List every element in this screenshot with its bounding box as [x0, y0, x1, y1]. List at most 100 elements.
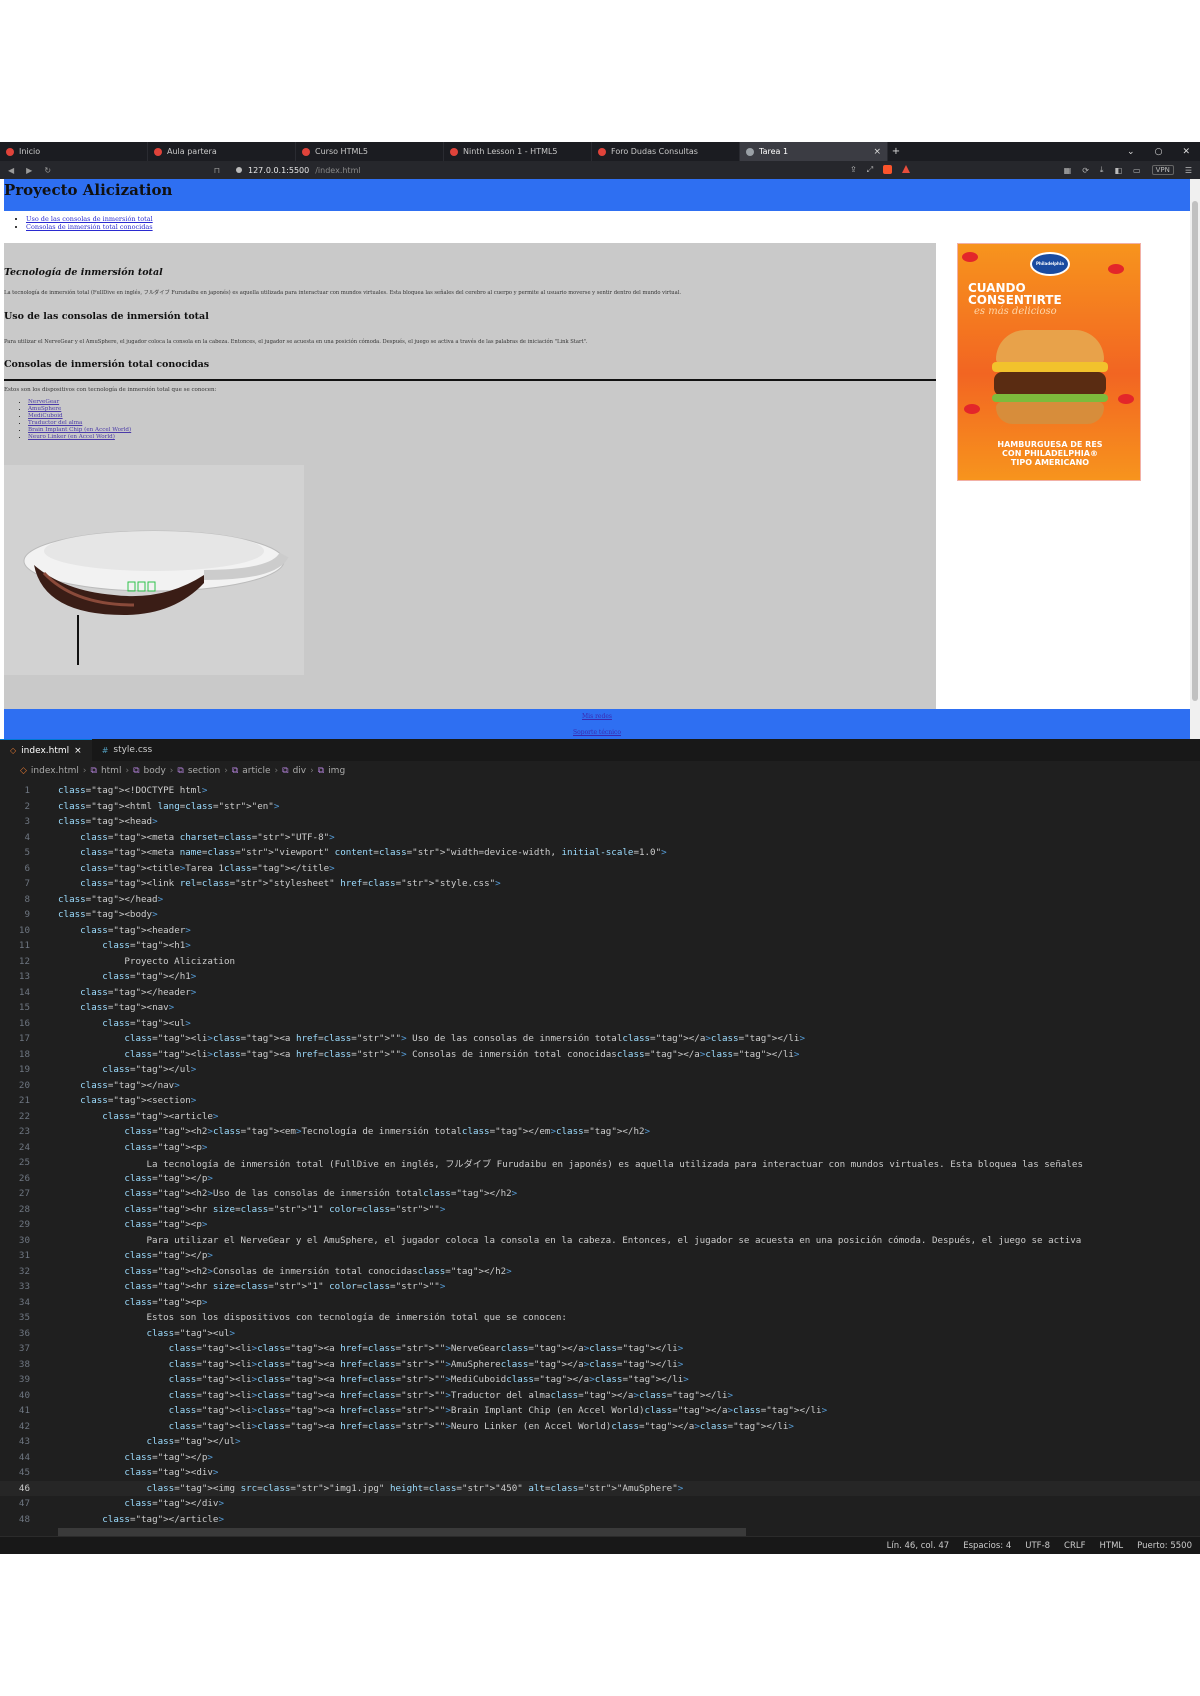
bookmark-icon[interactable]: ⊓ [214, 166, 220, 175]
breadcrumb-item[interactable]: article [242, 766, 270, 776]
browser-tab[interactable]: Curso HTML5 [296, 142, 444, 161]
device-link[interactable]: Traductor del alma [28, 420, 82, 426]
line-number: 24 [18, 1141, 30, 1153]
status-item[interactable]: Puerto: 5500 [1137, 1541, 1192, 1551]
sync-icon[interactable]: ⟳ [1082, 166, 1089, 175]
minimize-icon[interactable]: ○ [1155, 147, 1163, 157]
list-item: NerveGear [28, 399, 131, 406]
breadcrumb-item[interactable]: section [188, 766, 220, 776]
line-number: 47 [18, 1498, 30, 1510]
tomato-slice [962, 252, 978, 262]
status-item[interactable]: HTML [1100, 1541, 1124, 1551]
device-link[interactable]: Brain Implant Chip (en Accel World) [28, 427, 131, 433]
editor-tab-style[interactable]: # style.css [92, 739, 162, 761]
browser-tab[interactable]: Inicio [0, 142, 148, 161]
status-item[interactable]: UTF-8 [1025, 1541, 1050, 1551]
browser-tab-bar: Inicio Aula partera Curso HTML5 Ninth Lesso… [0, 142, 1200, 161]
extensions-icon[interactable]: ▦ [1064, 166, 1072, 175]
code-text: class="tag"><li>class="tag"><a href=clas… [168, 1420, 794, 1432]
code-area[interactable]: 1 class="tag"><!DOCTYPE html> 2 class="tag"… [0, 783, 1200, 1528]
code-text: Estos son los dispositivos con tecnologí… [58, 1312, 567, 1324]
status-item[interactable]: Lín. 46, col. 47 [887, 1541, 950, 1551]
device-link[interactable]: NerveGear [28, 399, 59, 405]
ad-bottom3: TIPO AMERICANO [1010, 458, 1090, 467]
code-text: class="tag"></ul> [102, 1064, 197, 1076]
device-link[interactable]: MediCuboid [28, 413, 63, 419]
code-text: class="tag"><section> [80, 1095, 197, 1107]
translate-icon[interactable]: ⤢ [867, 165, 873, 175]
site-info-icon[interactable] [236, 167, 242, 173]
breadcrumb-item[interactable]: div [293, 766, 307, 776]
code-line: 46 class="tag"><img src=class="str">"img… [0, 1480, 1200, 1496]
line-number: 25 [18, 1157, 30, 1169]
code-line: 38 class="tag"><li>class="tag"><a href=c… [0, 1357, 1200, 1373]
html-file-icon: ◇ [20, 766, 27, 776]
browser-tab[interactable]: Foro Dudas Consultas [592, 142, 740, 161]
code-line: 22 class="tag"><article> [0, 1109, 1200, 1125]
browser-tab[interactable]: Ninth Lesson 1 - HTML5 [444, 142, 592, 161]
ad-bottom1: HAMBURGUESA DE RES [997, 440, 1103, 449]
device-link[interactable]: AmuSphere [28, 406, 61, 412]
breadcrumb-item[interactable]: html [101, 766, 122, 776]
footer-link-redes[interactable]: Mis redes [4, 709, 1190, 725]
close-window-icon[interactable]: ✕ [1182, 147, 1190, 157]
code-line: 4 class="tag"><meta charset=class="str">… [0, 830, 1200, 846]
ad-line2: CONSENTIRTE [968, 293, 1062, 307]
code-line: 5 class="tag"><meta name=class="str">"vi… [0, 845, 1200, 861]
download-icon[interactable]: ⤓ [1100, 165, 1104, 175]
nav-link-consolas[interactable]: Consolas de inmersión total conocidas [26, 223, 153, 231]
code-line: 8 class="tag"></head> [0, 892, 1200, 908]
scrollbar-thumb[interactable] [1192, 201, 1198, 701]
breadcrumb-item[interactable]: index.html [31, 766, 79, 776]
code-line: 2 class="tag"><html lang=class="str">"en"… [0, 799, 1200, 815]
menu-icon[interactable]: ☰ [1185, 166, 1192, 175]
breadcrumb-separator: › [125, 766, 130, 776]
amusphere-illustration [4, 465, 304, 675]
ad-banner[interactable]: Philadelphia CUANDO CONSENTIRTE es más d… [957, 243, 1141, 481]
reload-icon[interactable]: ↻ [44, 166, 51, 175]
browser-tab[interactable]: Tarea 1 × [740, 142, 888, 161]
breadcrumb-item[interactable]: body [144, 766, 166, 776]
new-tab-button[interactable]: + [888, 146, 904, 157]
status-item[interactable]: Espacios: 4 [963, 1541, 1011, 1551]
favicon-icon [746, 147, 754, 156]
line-number: 38 [18, 1358, 30, 1370]
address-bar[interactable]: 127.0.0.1:5500/index.html [230, 164, 830, 177]
breadcrumb-item[interactable]: img [328, 766, 345, 776]
brave-rewards-icon[interactable] [902, 165, 911, 173]
editor-tab-index[interactable]: ◇ index.html × [0, 739, 92, 761]
line-number: 16 [18, 1017, 30, 1029]
nav-link-uso[interactable]: Uso de las consolas de inmersión total [26, 215, 153, 223]
browser-tab[interactable]: Aula partera [148, 142, 296, 161]
url-path: /index.html [315, 165, 361, 175]
forward-icon[interactable]: ▶ [26, 166, 32, 175]
page-scrollbar[interactable] [1190, 179, 1200, 739]
editor-tabs: ◇ index.html × # style.css [0, 739, 1200, 761]
status-item[interactable]: CRLF [1064, 1541, 1085, 1551]
share-icon[interactable]: ⇪ [850, 165, 857, 175]
tomato-slice [1118, 394, 1134, 404]
code-text: class="tag"></head> [58, 893, 164, 905]
footer-link-soporte[interactable]: Soporte técnico [4, 725, 1190, 739]
heading-tecnologia: Tecnología de inmersión total [4, 267, 163, 278]
brave-shields-icon[interactable] [883, 165, 893, 174]
code-text: class="tag"></ul> [146, 1436, 241, 1448]
code-text: class="tag"><title>Tarea 1class="tag"></… [80, 862, 335, 874]
line-number: 19 [18, 1064, 30, 1076]
web-page-viewport: Proyecto Alicization Uso de las consolas… [0, 179, 1190, 739]
back-icon[interactable]: ◀ [8, 166, 14, 175]
close-icon[interactable]: × [74, 746, 82, 756]
code-line: 36 class="tag"><ul> [0, 1326, 1200, 1342]
vpn-button[interactable]: VPN [1151, 165, 1174, 175]
close-tab-icon[interactable]: × [873, 147, 881, 157]
line-number: 9 [24, 909, 30, 921]
sidebar-icon[interactable]: ◧ [1114, 166, 1122, 175]
line-number: 29 [18, 1219, 30, 1231]
element-icon: ⧉ [133, 766, 140, 776]
device-link[interactable]: Neuro Linker (en Accel World) [28, 434, 115, 440]
horizontal-scrollbar[interactable] [58, 1528, 746, 1536]
dropdown-icon[interactable]: ⌄ [1127, 147, 1135, 157]
code-line: 11 class="tag"><h1> [0, 938, 1200, 954]
wallet-icon[interactable]: ▭ [1133, 166, 1141, 175]
code-line: 28 class="tag"><hr size=class="str">"1" … [0, 1202, 1200, 1218]
